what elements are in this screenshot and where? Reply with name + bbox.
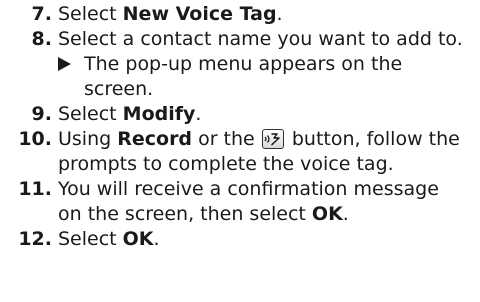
step-text: Using Record or the button, follow the [58,128,460,150]
step-text: Select OK. [58,228,160,250]
step-text: Select New Voice Tag. [58,3,283,25]
ok-label: OK [311,203,343,225]
new-voice-tag-label: New Voice Tag [122,3,277,25]
record-label: Record [117,128,193,150]
instruction-steps: 7. Select New Voice Tag. 8. Select a con… [0,2,480,252]
step-10: 10. Using Record or the button, follow t… [0,127,480,177]
step-8: 8. Select a contact name you want to add… [0,27,480,102]
step-11: 11. You will receive a confirmation mess… [0,177,480,227]
step-text: Select Modify. [58,103,202,125]
modify-label: Modify [122,103,196,125]
step-number: 10. [18,128,52,150]
step-result: The pop-up menu appears on the screen. [58,52,480,102]
step-number: 9. [31,103,52,125]
step-7: 7. Select New Voice Tag. [0,2,480,27]
step-9: 9. Select Modify. [0,102,480,127]
step-number: 8. [31,28,52,50]
step-number: 11. [18,178,52,200]
step-number: 12. [18,228,52,250]
result-arrow-icon [58,57,71,71]
step-text: You will receive a confirmation message [58,178,439,200]
step-12: 12. Select OK. [0,227,480,252]
step-text: Select a contact name you want to add to… [58,28,463,50]
voice-talk-button-icon [261,129,284,149]
ok-label: OK [122,228,154,250]
step-number: 7. [31,3,52,25]
